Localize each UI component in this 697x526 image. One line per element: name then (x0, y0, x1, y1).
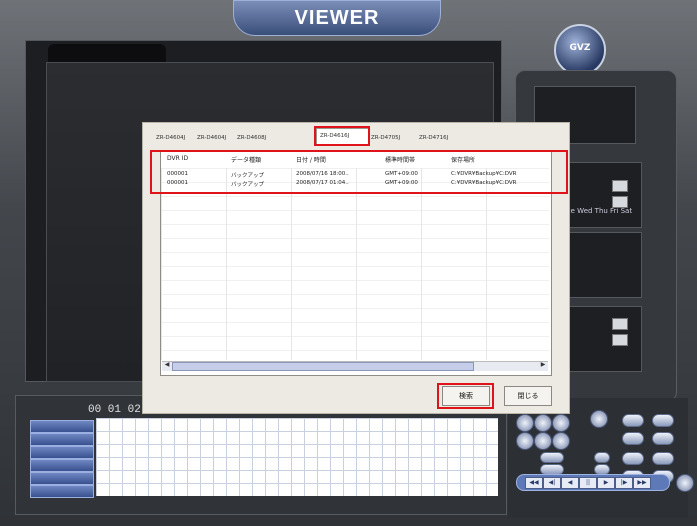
layout-4-button[interactable] (652, 414, 674, 427)
option-down-button[interactable] (612, 334, 628, 346)
camera-row[interactable] (30, 420, 94, 433)
calendar-next-button[interactable] (612, 196, 628, 208)
snapshot-button[interactable] (652, 452, 674, 465)
speed-max-button[interactable] (594, 452, 610, 463)
info-box (568, 232, 642, 298)
timeline-timecode: 00 01 02 (88, 404, 141, 416)
close-button[interactable]: 閉じる (504, 386, 552, 406)
tab-dvr-5[interactable]: ZR-D4705J (371, 132, 400, 144)
logo-text: GVZ (569, 43, 591, 53)
ptz-center-icon[interactable] (534, 414, 552, 432)
tab-dvr-1[interactable]: ZR-D4604J (156, 132, 185, 144)
last-frame-icon[interactable]: ▶▶ (633, 477, 651, 489)
brand-logo: GVZ (554, 24, 606, 76)
power-icon[interactable] (676, 474, 694, 492)
tab-dvr-3[interactable]: ZR-D4608J (237, 132, 266, 144)
step-back-icon[interactable]: ◀| (543, 477, 561, 489)
reverse-play-icon[interactable]: ◀ (561, 477, 579, 489)
calendar-prev-button[interactable] (612, 180, 628, 192)
layout-1-button[interactable] (622, 414, 644, 427)
app-title: VIEWER (294, 7, 380, 29)
option-box (568, 306, 642, 372)
ptz-right-icon[interactable] (552, 414, 570, 432)
ptz-focus-icon[interactable] (552, 432, 570, 450)
play-icon[interactable]: ▶ (597, 477, 615, 489)
list-grid (161, 168, 549, 360)
speed-slider[interactable] (540, 452, 564, 463)
scroll-right-icon[interactable]: ▶ (539, 361, 547, 369)
option-up-button[interactable] (612, 318, 628, 330)
highlight-active-tab (314, 126, 370, 146)
camera-row[interactable] (30, 433, 94, 446)
title-bar: VIEWER (233, 0, 441, 36)
ptz-up-icon[interactable] (516, 414, 534, 432)
pause-icon[interactable]: || (579, 477, 597, 489)
highlight-search-button (437, 383, 494, 409)
layout-16-button[interactable] (652, 432, 674, 445)
first-frame-icon[interactable]: ◀◀ (525, 477, 543, 489)
camera-row[interactable] (30, 485, 94, 498)
tab-dvr-2[interactable]: ZR-D4604J (197, 132, 226, 144)
highlight-result-rows (150, 150, 568, 194)
zoom-icon[interactable] (590, 410, 608, 428)
ptz-down-icon[interactable] (534, 432, 552, 450)
camera-row[interactable] (30, 446, 94, 459)
timeline-grid[interactable] (96, 418, 498, 496)
tab-dvr-6[interactable]: ZR-D4716J (419, 132, 448, 144)
camera-row[interactable] (30, 472, 94, 485)
scrollbar-thumb[interactable] (172, 362, 474, 371)
camera-row[interactable] (30, 459, 94, 472)
layout-9-button[interactable] (622, 432, 644, 445)
scroll-left-icon[interactable]: ◀ (163, 361, 171, 369)
record-button[interactable] (622, 452, 644, 465)
ptz-left-icon[interactable] (516, 432, 534, 450)
transport-bar: ◀◀ ◀| ◀ || ▶ |▶ ▶▶ (516, 474, 670, 491)
view-tab[interactable] (48, 44, 166, 64)
weekday-labels: Tue Wed Thu Fri Sat (563, 207, 633, 215)
step-forward-icon[interactable]: |▶ (615, 477, 633, 489)
calendar-box (568, 162, 642, 228)
